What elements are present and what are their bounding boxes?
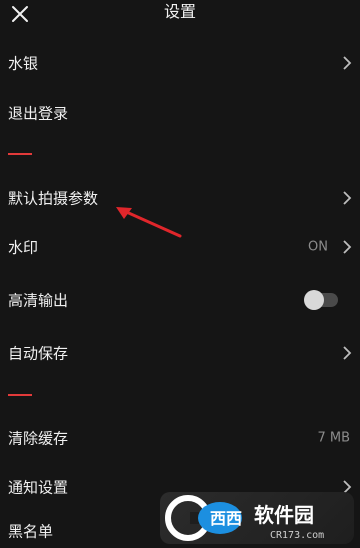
logout-button[interactable]: 退出登录: [0, 91, 360, 135]
setting-label: 默认拍摄参数: [8, 189, 99, 208]
setting-row-hd-output: 高清输出: [0, 278, 360, 322]
setting-row-clear-cache[interactable]: 清除缓存 7 MB: [0, 416, 360, 460]
cache-size-value: 7 MB: [317, 430, 350, 446]
top-bar: 设置: [0, 0, 360, 28]
setting-label: 高清输出: [8, 291, 69, 310]
chevron-right-icon: [343, 346, 352, 360]
setting-value: ON: [308, 239, 328, 255]
setting-label: 自动保存: [8, 344, 69, 363]
setting-row-watermark[interactable]: 水印 ON: [0, 225, 360, 269]
svg-text:西西: 西西: [210, 509, 242, 528]
site-watermark: 西西 软件园 CR173.com: [160, 492, 354, 544]
section-divider: [8, 394, 32, 396]
svg-text:CR173.com: CR173.com: [270, 530, 324, 541]
hd-output-toggle[interactable]: [304, 290, 338, 310]
svg-text:软件园: 软件园: [254, 503, 314, 527]
toggle-knob: [304, 290, 324, 310]
setting-label: 水银: [8, 54, 39, 73]
chevron-right-icon: [343, 191, 352, 205]
chevron-right-icon: [343, 56, 352, 70]
watermark-logo: 西西 软件园 CR173.com: [165, 495, 324, 541]
setting-label: 退出登录: [8, 104, 69, 123]
page-title: 设置: [163, 2, 196, 21]
setting-label: 水印: [8, 238, 39, 257]
section-divider: [8, 153, 32, 155]
settings-screen: 设置 水银 退出登录 默认拍摄参数 水印 ON 高清输出 自动保存 清除缓存 7…: [0, 0, 360, 548]
setting-row-auto-save[interactable]: 自动保存: [0, 331, 360, 375]
chevron-right-icon: [343, 240, 352, 254]
setting-row-mercury[interactable]: 水银: [0, 41, 360, 85]
setting-label: 通知设置: [8, 478, 69, 497]
setting-label: 清除缓存: [8, 429, 69, 448]
setting-label: 黑名单: [8, 522, 54, 541]
